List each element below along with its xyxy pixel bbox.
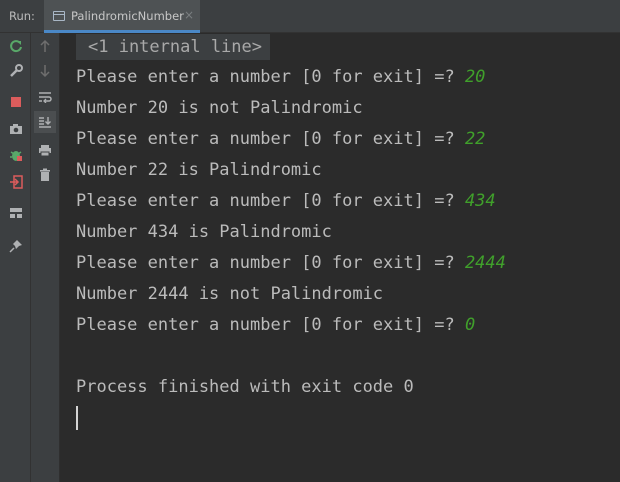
down-arrow-icon[interactable]	[34, 60, 56, 82]
console-output-line: Number 22 is Palindromic	[76, 159, 322, 181]
console-output-line: Number 434 is Palindromic	[76, 221, 332, 243]
console-line-text: Process finished with exit code 0	[76, 377, 414, 397]
console-prompt-line: Please enter a number [0 for exit] =? 24…	[76, 252, 506, 274]
stop-icon[interactable]	[5, 91, 27, 113]
camera-icon[interactable]	[5, 118, 27, 140]
console-line-text: Please enter a number [0 for exit] =?	[76, 191, 465, 211]
console-output[interactable]: <1 internal line> Please enter a number …	[60, 33, 620, 482]
tab-palindromic-number[interactable]: PalindromicNumber ×	[44, 0, 200, 33]
wrench-icon[interactable]	[5, 60, 27, 82]
rerun-icon[interactable]	[5, 35, 27, 57]
console-line-text: Number 434 is Palindromic	[76, 222, 332, 242]
console-output-line: Number 20 is not Palindromic	[76, 97, 363, 119]
soft-wrap-icon[interactable]	[34, 86, 56, 108]
console-prompt-line: Please enter a number [0 for exit] =? 0	[76, 314, 475, 336]
console-prompt-line: Please enter a number [0 for exit] =? 43…	[76, 190, 496, 212]
user-input-value: 434	[464, 191, 496, 211]
trash-icon[interactable]	[34, 164, 56, 186]
exit-icon[interactable]	[5, 171, 27, 193]
pin-icon[interactable]	[5, 235, 27, 257]
run-tab-bar: Run: PalindromicNumber ×	[0, 0, 620, 33]
print-icon[interactable]	[34, 139, 56, 161]
up-arrow-icon[interactable]	[34, 35, 56, 57]
user-input-value: 22	[464, 129, 486, 149]
layout-icon[interactable]	[5, 202, 27, 224]
console-line-text: Number 20 is not Palindromic	[76, 98, 363, 118]
console-prompt-line: Please enter a number [0 for exit] =? 22	[76, 128, 485, 150]
tab-label: PalindromicNumber	[71, 9, 184, 23]
console-output-line: Number 2444 is not Palindromic	[76, 283, 383, 305]
user-input-value: 20	[464, 67, 486, 87]
user-input-value: 2444	[464, 253, 506, 273]
console-line-text: Please enter a number [0 for exit] =?	[76, 315, 465, 335]
console-line-text: Number 2444 is not Palindromic	[76, 284, 384, 304]
console-line-text: Please enter a number [0 for exit] =?	[76, 67, 465, 87]
close-tab-icon[interactable]: ×	[184, 8, 194, 22]
console-output-line: Process finished with exit code 0	[76, 376, 414, 398]
console-line-text: Please enter a number [0 for exit] =?	[76, 129, 465, 149]
scroll-to-end-icon[interactable]	[34, 111, 56, 133]
text-caret	[76, 406, 78, 430]
console-tab-icon	[53, 11, 65, 21]
internal-line-fold[interactable]: <1 internal line>	[76, 34, 270, 60]
run-label: Run:	[9, 9, 35, 23]
console-line-text: Number 22 is Palindromic	[76, 160, 322, 180]
console-prompt-line: Please enter a number [0 for exit] =? 20	[76, 66, 485, 88]
run-toolbar-primary	[0, 33, 31, 482]
console-line-text: Please enter a number [0 for exit] =?	[76, 253, 465, 273]
run-toolbar-secondary	[31, 33, 60, 482]
debug-icon[interactable]	[5, 144, 27, 166]
user-input-value: 0	[464, 315, 476, 335]
